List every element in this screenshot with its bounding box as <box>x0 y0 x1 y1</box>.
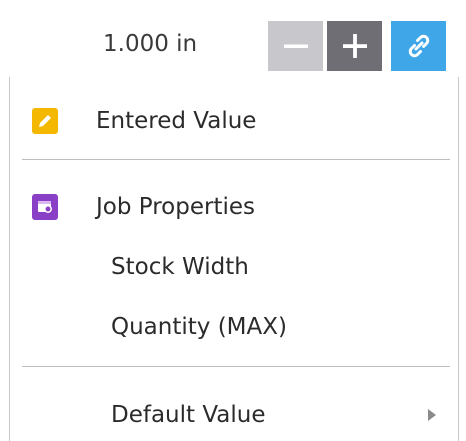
menu-item-entered-value[interactable]: Entered Value <box>10 95 458 147</box>
menu-item-quantity-max[interactable]: Quantity (MAX) <box>10 301 458 353</box>
menu-header-label: Job Properties <box>96 194 256 220</box>
menu-item-label: Quantity (MAX) <box>111 314 287 340</box>
menu-divider <box>22 159 450 160</box>
dropdown-menu: Entered Value Job Properties Stock Width… <box>9 77 459 441</box>
menu-item-label: Entered Value <box>96 108 257 134</box>
menu-item-label: Default Value <box>111 402 266 428</box>
value-field[interactable]: 1.000 in <box>103 22 197 66</box>
pencil-icon <box>32 108 58 134</box>
menu-item-default-value[interactable]: Default Value <box>10 389 458 441</box>
minus-icon <box>283 44 308 48</box>
menu-divider <box>22 366 450 367</box>
increment-button[interactable] <box>327 21 382 71</box>
menu-header-job-properties: Job Properties <box>10 181 458 233</box>
menu-item-stock-width[interactable]: Stock Width <box>10 241 458 293</box>
plus-icon <box>342 34 367 58</box>
screen: 1.000 in Entered Value Job Properties St… <box>0 0 466 441</box>
link-icon <box>408 34 429 58</box>
decrement-button[interactable] <box>268 21 323 71</box>
job-properties-icon <box>32 194 58 220</box>
menu-item-label: Stock Width <box>111 254 249 280</box>
link-toggle-button[interactable] <box>391 21 446 71</box>
submenu-arrow-icon <box>428 409 436 421</box>
